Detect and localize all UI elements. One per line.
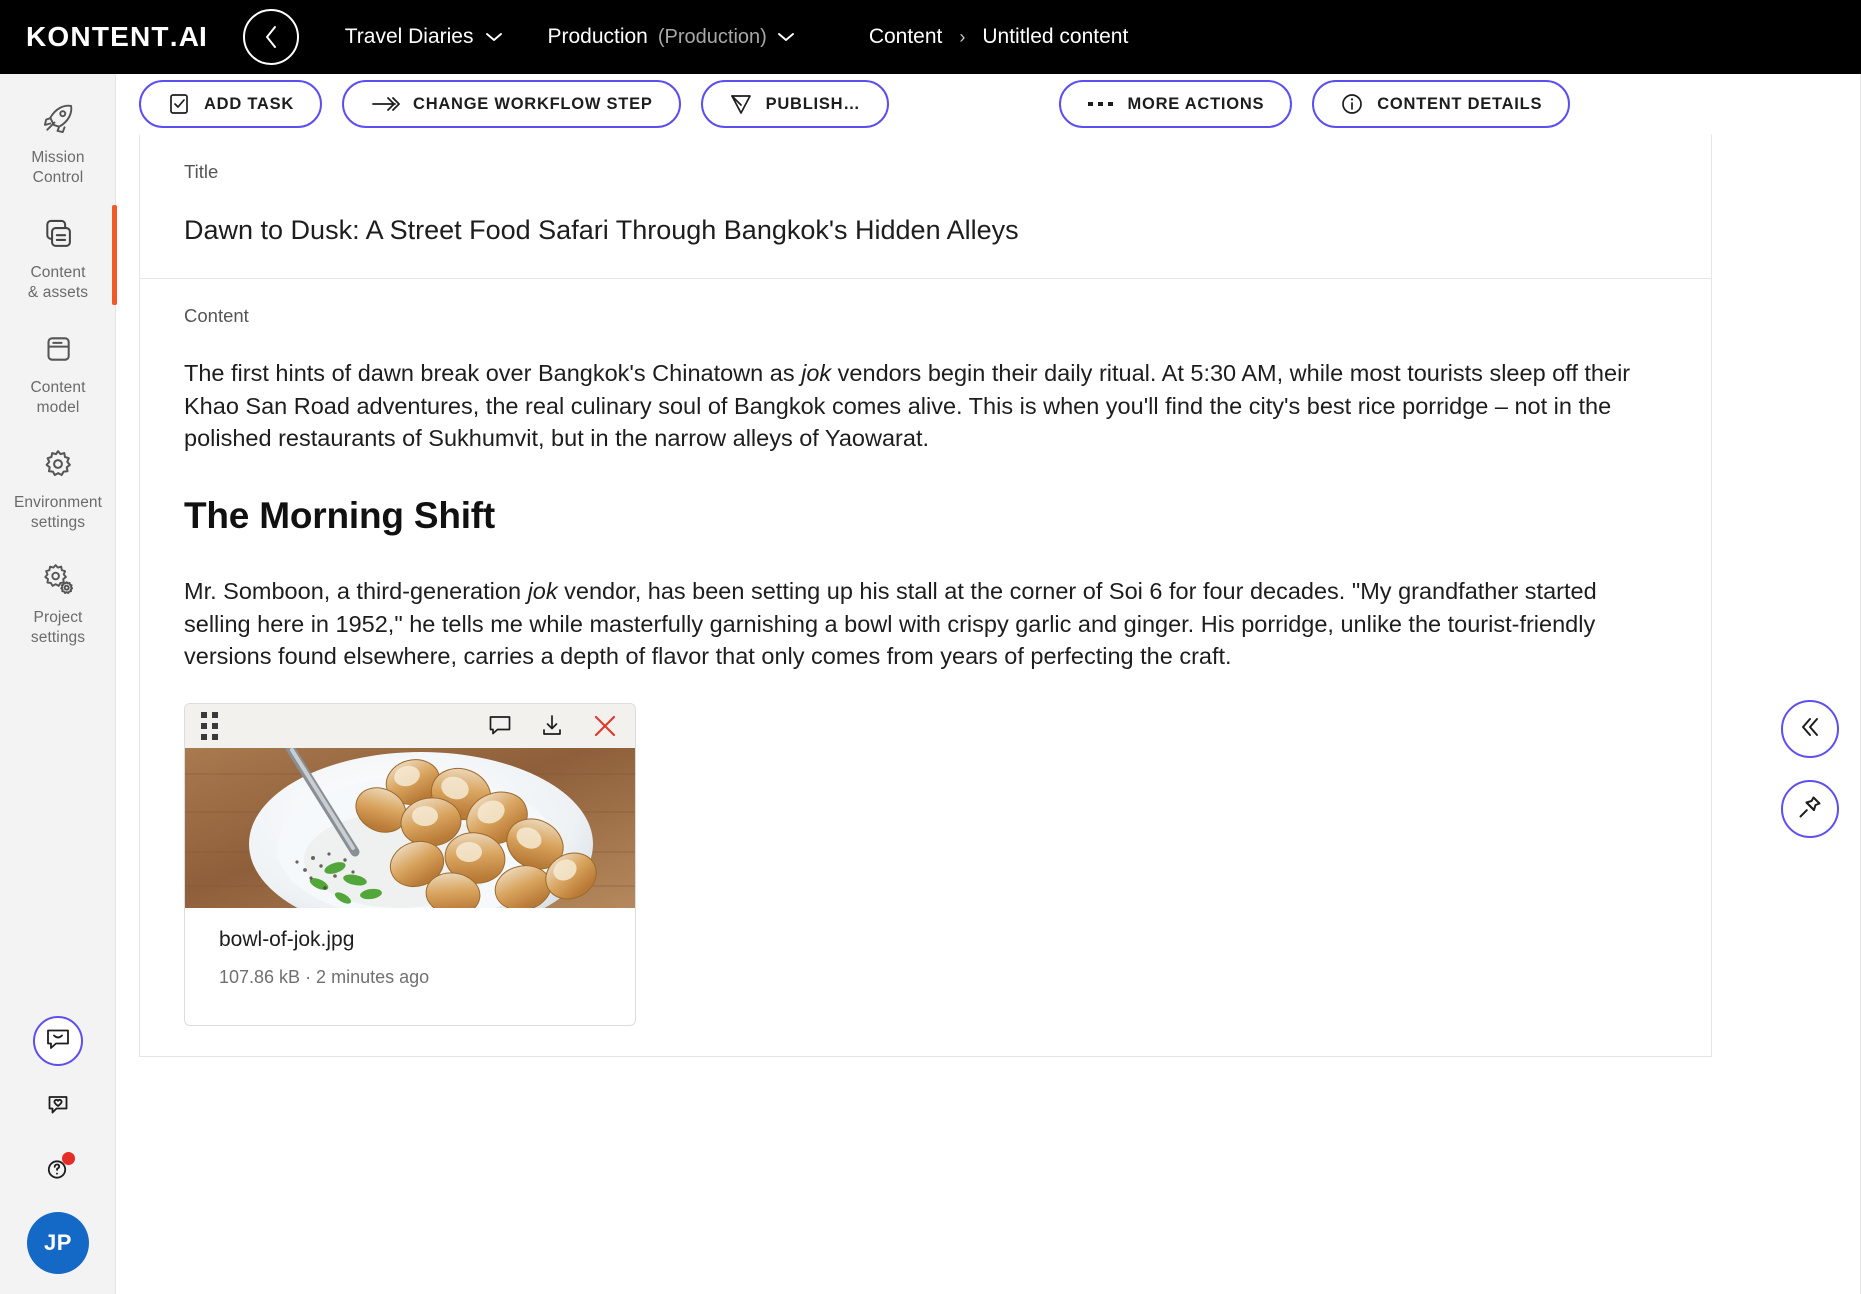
- content-field-label: Content: [184, 305, 249, 327]
- download-icon[interactable]: [539, 713, 565, 739]
- rocket-icon: [39, 98, 77, 140]
- content-action-toolbar: ADD TASK CHANGE WORKFLOW STEP PUBLISH… M…: [139, 74, 1861, 134]
- content-model-icon: [39, 328, 77, 370]
- more-actions-label: MORE ACTIONS: [1127, 94, 1265, 113]
- logo-ai: AI: [178, 21, 207, 52]
- double-gear-icon: [39, 558, 77, 600]
- project-name: Travel Diaries: [344, 25, 474, 48]
- arrow-right-icon: [370, 93, 400, 115]
- change-workflow-step-label: CHANGE WORKFLOW STEP: [413, 94, 653, 113]
- sidebar-item-label: Content & assets: [27, 263, 89, 302]
- chevron-down-icon: [485, 25, 503, 49]
- comment-icon[interactable]: [487, 713, 513, 739]
- environment-selector[interactable]: Production (Production): [547, 25, 794, 49]
- title-field[interactable]: Title Dawn to Dusk: A Street Food Safari…: [139, 134, 1712, 280]
- sidebar-item-content-assets[interactable]: Content & assets: [0, 199, 117, 314]
- breadcrumb: Content › Untitled content: [869, 25, 1129, 49]
- content-details-label: CONTENT DETAILS: [1377, 94, 1543, 113]
- feedback-smiley-icon: [44, 1025, 72, 1058]
- sidebar-item-label: Mission Control: [31, 149, 85, 187]
- rich-text-body[interactable]: The first hints of dawn break over Bangk…: [184, 357, 1667, 1027]
- title-field-label: Title: [184, 161, 219, 182]
- asset-extra-line: [219, 1001, 601, 1011]
- breadcrumb-parent[interactable]: Content: [869, 25, 943, 49]
- asset-thumbnail[interactable]: [185, 747, 635, 908]
- title-field-value[interactable]: Dawn to Dusk: A Street Food Safari Throu…: [184, 213, 1667, 248]
- content-field[interactable]: Content The first hints of dawn break ov…: [139, 279, 1712, 1058]
- section-heading: The Morning Shift: [184, 495, 496, 537]
- gear-icon: [39, 443, 77, 485]
- sidebar-item-mission-control[interactable]: Mission Control: [0, 74, 116, 199]
- chevron-left-icon: [261, 23, 281, 51]
- checkbox-icon: [167, 92, 191, 116]
- asset-meta-line: 107.86 kB · 2 minutes ago: [219, 966, 430, 987]
- pin-icon: [1796, 793, 1824, 826]
- add-task-button[interactable]: ADD TASK: [139, 80, 323, 128]
- bowl-of-jok-image: [185, 747, 635, 908]
- breadcrumb-current: Untitled content: [982, 25, 1129, 48]
- app-logo[interactable]: KONTENT. AI: [26, 21, 207, 53]
- asset-toolbar: [185, 703, 635, 748]
- change-workflow-step-button[interactable]: CHANGE WORKFLOW STEP: [342, 80, 681, 128]
- asset-tool-group: [487, 712, 619, 740]
- emphasis-jok: jok: [527, 578, 558, 605]
- main-sidebar: Mission Control Content & assets Content mo…: [0, 74, 117, 1294]
- sidebar-item-label: Content model: [30, 378, 86, 417]
- sidebar-item-label: Environment settings: [13, 493, 103, 532]
- pin-panel-button[interactable]: [1781, 780, 1839, 838]
- double-chevron-left-icon: [1796, 713, 1824, 746]
- asset-filename[interactable]: bowl-of-jok.jpg: [219, 926, 601, 955]
- environment-sub: (Production): [657, 25, 767, 48]
- drag-dots-icon[interactable]: [201, 711, 218, 740]
- content-details-button[interactable]: CONTENT DETAILS: [1312, 80, 1571, 128]
- help-button[interactable]: [35, 1148, 81, 1194]
- content-item-editor: Title Dawn to Dusk: A Street Food Safari…: [139, 134, 1778, 1294]
- sidebar-item-environment-settings[interactable]: Environment settings: [0, 429, 116, 544]
- back-button[interactable]: [242, 9, 299, 65]
- heart-chat-icon: [44, 1091, 72, 1124]
- info-icon: [1340, 92, 1364, 116]
- paragraph-1: The first hints of dawn break over Bangk…: [184, 360, 1631, 451]
- feedback-button[interactable]: [33, 1016, 83, 1066]
- sidebar-item-content-model[interactable]: Content model: [0, 314, 116, 429]
- content-assets-icon: [39, 213, 77, 255]
- breadcrumb-separator-icon: ›: [959, 26, 966, 47]
- right-panel-controls: [1781, 700, 1839, 838]
- logo-text: KONTENT: [26, 21, 170, 52]
- ellipsis-icon: [1087, 99, 1115, 109]
- add-task-label: ADD TASK: [204, 94, 295, 113]
- suggestions-button[interactable]: [35, 1084, 81, 1130]
- asset-meta: bowl-of-jok.jpg 107.86 kB · 2 minutes ag…: [185, 908, 635, 1026]
- chevron-down-icon: [777, 25, 795, 49]
- sidebar-item-project-settings[interactable]: Project settings: [0, 544, 116, 659]
- avatar[interactable]: JP: [27, 1212, 89, 1274]
- sidebar-item-label: Project settings: [30, 608, 86, 647]
- more-actions-button[interactable]: MORE ACTIONS: [1058, 80, 1293, 128]
- publish-label: PUBLISH…: [765, 94, 861, 113]
- paragraph-2: Mr. Somboon, a third-generation jok vend…: [184, 578, 1597, 670]
- logo-dot: .: [169, 21, 179, 52]
- environment-name: Production: [547, 25, 648, 48]
- paper-plane-icon: [729, 92, 753, 116]
- project-selector[interactable]: Travel Diaries: [345, 25, 504, 49]
- close-x-icon[interactable]: [591, 712, 619, 740]
- collapse-panel-button[interactable]: [1781, 700, 1839, 758]
- publish-button[interactable]: PUBLISH…: [700, 80, 889, 128]
- emphasis-jok: jok: [801, 360, 832, 387]
- asset-card[interactable]: bowl-of-jok.jpg 107.86 kB · 2 minutes ag…: [184, 702, 636, 1027]
- top-bar: KONTENT. AI Travel Diaries Production (Pr…: [0, 0, 1861, 74]
- sidebar-bottom-group: JP: [0, 1016, 116, 1286]
- notification-badge: [62, 1152, 75, 1165]
